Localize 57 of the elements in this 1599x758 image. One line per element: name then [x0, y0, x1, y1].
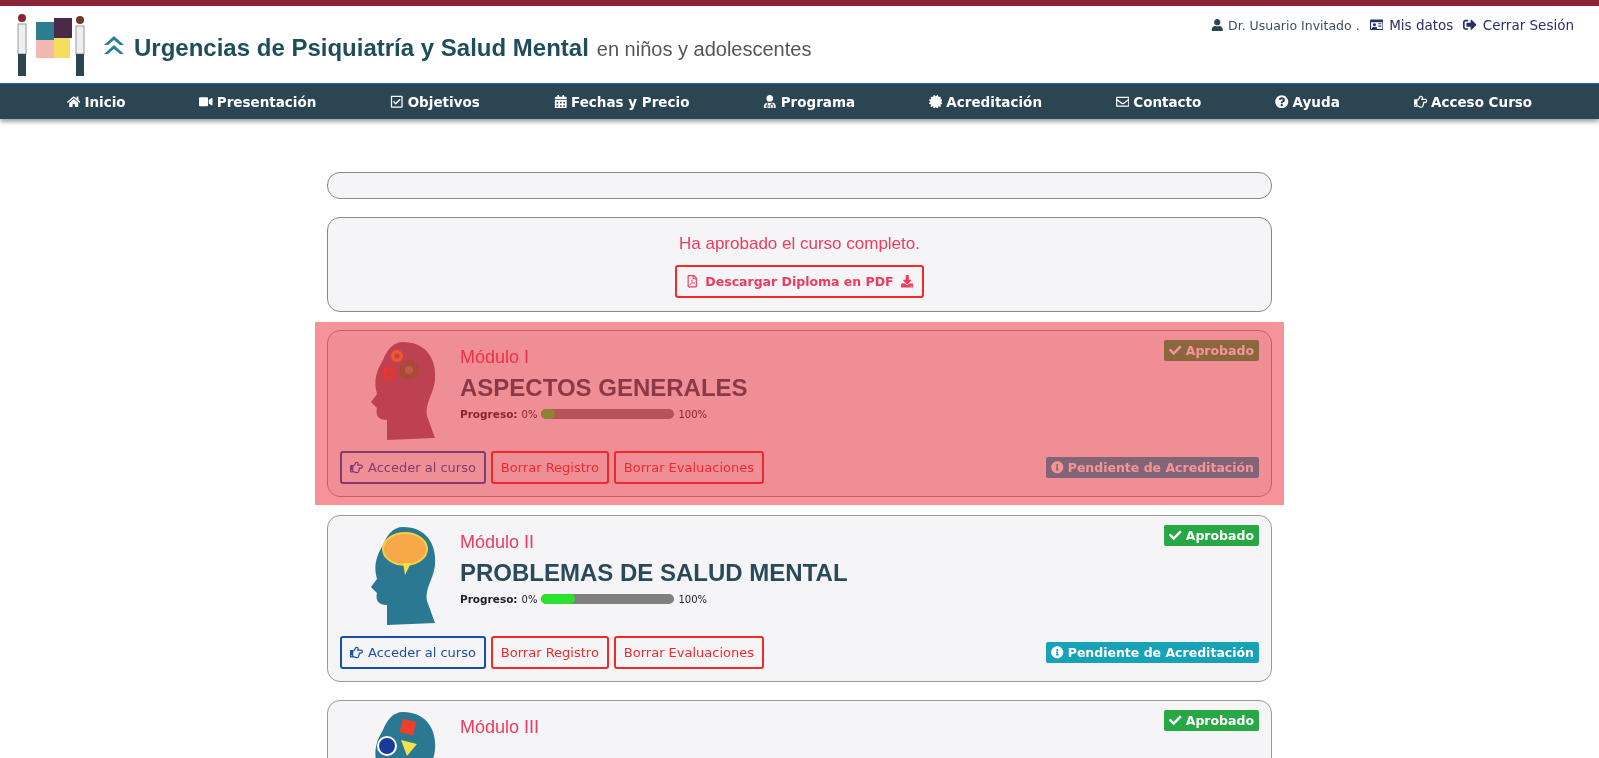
- double-chevron-icon: [102, 33, 126, 56]
- logout-link[interactable]: Cerrar Sesión: [1463, 17, 1574, 33]
- nav-link[interactable]: Contacto: [1115, 93, 1202, 110]
- home-icon: [66, 94, 81, 109]
- progress-label: Progreso:: [460, 593, 518, 605]
- pdf-file-icon: [685, 275, 699, 288]
- accreditation-badge: Pendiente de Acreditación: [1046, 642, 1259, 663]
- check-icon: [1169, 344, 1182, 357]
- module-title: ASPECTOS GENERALES: [460, 374, 749, 402]
- help-icon: [1275, 94, 1289, 109]
- nav-link[interactable]: Programa: [763, 93, 856, 110]
- module-number: Módulo III: [460, 717, 541, 738]
- pointing-hand-icon: [350, 646, 363, 659]
- download-icon: [900, 275, 914, 288]
- check-icon: [1169, 714, 1182, 727]
- info-icon: [1051, 461, 1064, 474]
- my-data-link[interactable]: Mis datos: [1369, 17, 1454, 33]
- progress-start: 0%: [521, 593, 538, 605]
- progress-start: 0%: [521, 408, 538, 420]
- module-number: Módulo I: [460, 347, 531, 368]
- check-icon: [1169, 529, 1182, 542]
- nav-link[interactable]: Ayuda: [1275, 93, 1340, 110]
- module-number: Módulo II: [460, 532, 536, 553]
- nav-link[interactable]: Presentación: [199, 93, 317, 110]
- download-diploma-button[interactable]: Descargar Diploma en PDF: [674, 265, 925, 298]
- approved-badge: Aprobado: [1164, 525, 1259, 546]
- pointing-hand-icon: [350, 461, 363, 474]
- site-subtitle: en niños y adolescentes: [596, 37, 812, 61]
- checkbox-icon: [390, 94, 404, 109]
- nav-link[interactable]: Acceso Curso: [1413, 93, 1533, 110]
- nav-link[interactable]: Inicio: [66, 93, 126, 110]
- progress-end: 100%: [678, 408, 708, 420]
- video-camera-icon: [199, 94, 213, 109]
- nav-link[interactable]: Fechas y Precio: [553, 93, 690, 110]
- delete-record-button[interactable]: Borrar Registro: [490, 636, 609, 669]
- envelope-icon: [1115, 94, 1130, 109]
- doctor-icon: [763, 94, 777, 109]
- site-title: Urgencias de Psiquiatría y Salud Mental: [134, 33, 589, 62]
- approved-badge: Aprobado: [1164, 710, 1259, 731]
- nav-link[interactable]: Acreditación: [928, 93, 1042, 110]
- module-title: PROBLEMAS DE SALUD MENTAL: [460, 559, 849, 587]
- info-icon: [1051, 646, 1064, 659]
- badge-icon: [928, 94, 943, 109]
- user-name: Dr. Usuario Invitado .: [1210, 17, 1360, 33]
- completion-message: Ha aprobado el curso completo.: [679, 234, 920, 254]
- progress-end: 100%: [678, 593, 708, 605]
- access-course-button[interactable]: Acceder al curso: [340, 636, 486, 669]
- logout-icon: [1463, 18, 1477, 32]
- nav-link[interactable]: Objetivos: [390, 93, 480, 110]
- approved-badge: Aprobado: [1164, 340, 1259, 361]
- id-card-icon: [1369, 18, 1384, 32]
- progress-label: Progreso:: [460, 408, 518, 420]
- calendar-icon: [553, 94, 567, 109]
- pointing-hand-icon: [1413, 94, 1427, 109]
- user-icon: [1210, 18, 1224, 32]
- delete-evaluations-button[interactable]: Borrar Evaluaciones: [613, 636, 765, 669]
- accreditation-badge: Pendiente de Acreditación: [1046, 457, 1259, 478]
